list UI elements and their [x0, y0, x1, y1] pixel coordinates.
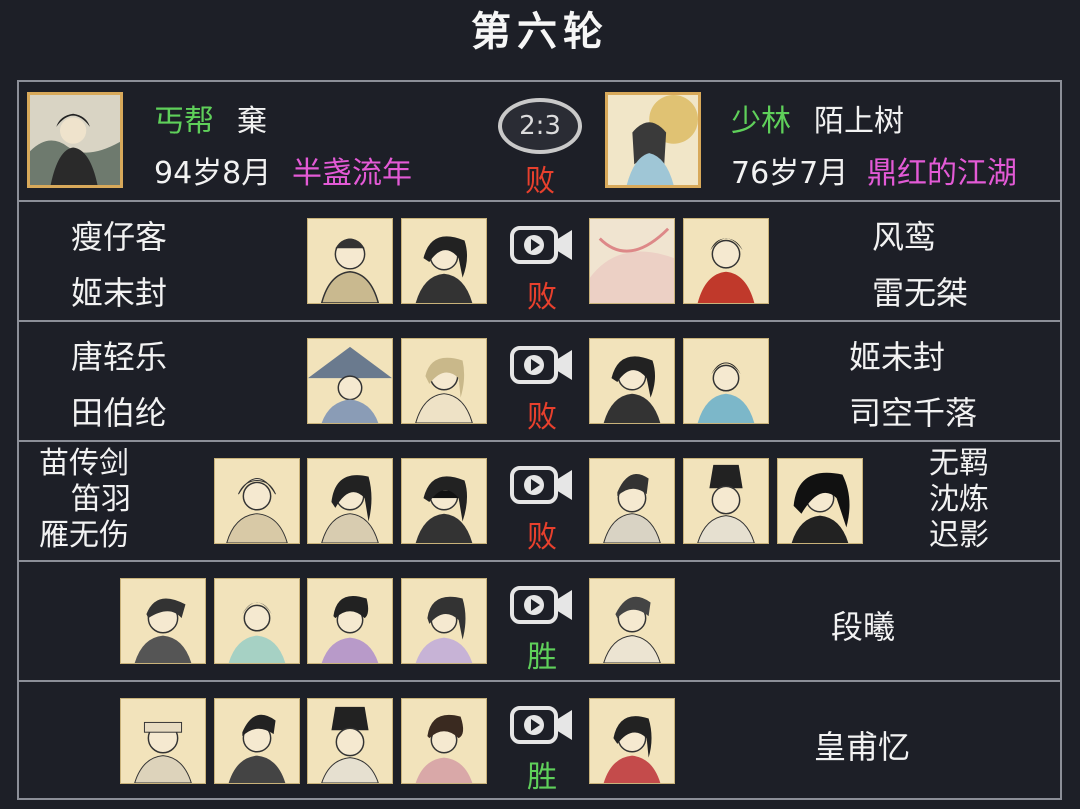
left-fighter-name: 田伯纶 [71, 394, 168, 432]
left-fighter-portrait[interactable] [307, 338, 393, 424]
right-player-avatar[interactable] [605, 92, 701, 188]
match-row-3: 苗传剑 笛羽 雁无伤 败 无羁 沈炼 迟影 [19, 442, 1060, 562]
left-age: 94岁8月 [154, 156, 272, 191]
match-row-4: 胜 段曦 [19, 562, 1060, 682]
video-camera-play-icon[interactable] [510, 344, 574, 386]
right-age: 76岁7月 [731, 156, 849, 191]
left-fighter-portrait[interactable] [401, 218, 487, 304]
right-title: 鼎红的江湖 [867, 156, 1017, 191]
right-fighter-portrait[interactable] [683, 458, 769, 544]
right-fighter-portrait[interactable] [589, 698, 675, 784]
left-fighter-portrait[interactable] [307, 218, 393, 304]
left-fighter-portrait[interactable] [214, 458, 300, 544]
right-fighter-name: 雷无桀 [872, 274, 969, 312]
header-row: 丐帮 棄 94岁8月 半盏流年 2:3 败 少林 陌上树 76岁7月 鼎红的江湖 [19, 82, 1060, 202]
match-row-1: 瘦仔客 姬末封 败 风鸾 雷无桀 [19, 202, 1060, 322]
right-fighter-name: 段曦 [831, 608, 896, 646]
right-fighter-name: 姬未封 [849, 338, 946, 376]
video-camera-play-icon[interactable] [510, 584, 574, 626]
left-fighter-name: 姬末封 [71, 274, 168, 312]
right-fighter-name: 皇甫忆 [814, 728, 911, 766]
score-text: 2:3 [519, 111, 561, 141]
left-fighter-portrait[interactable] [401, 458, 487, 544]
left-player-name: 棄 [237, 104, 267, 139]
match-row-5: 胜 皇甫忆 [19, 682, 1060, 798]
battle-panel: 丐帮 棄 94岁8月 半盏流年 2:3 败 少林 陌上树 76岁7月 鼎红的江湖… [17, 80, 1062, 800]
video-camera-play-icon[interactable] [510, 224, 574, 266]
right-fighter-name: 迟影 [929, 518, 989, 553]
round-title: 第六轮 [471, 9, 609, 55]
left-fighter-portrait[interactable] [307, 578, 393, 664]
left-fighter-portrait[interactable] [401, 338, 487, 424]
left-fighter-portrait[interactable] [401, 578, 487, 664]
match-row-2: 唐轻乐 田伯纶 败 姬未封 司空千落 [19, 322, 1060, 442]
right-fighter-portrait[interactable] [777, 458, 863, 544]
left-fighter-portrait[interactable] [120, 698, 206, 784]
overall-result: 败 [525, 164, 555, 199]
match-result: 败 [527, 280, 557, 315]
match-result: 败 [527, 520, 557, 555]
left-fighter-portrait[interactable] [401, 698, 487, 784]
match-result: 胜 [527, 640, 557, 675]
left-fighter-name: 笛羽 [71, 482, 131, 517]
video-camera-play-icon[interactable] [510, 704, 574, 746]
match-result: 胜 [527, 760, 557, 795]
right-fighter-portrait[interactable] [589, 578, 675, 664]
right-fighter-name: 司空千落 [849, 394, 978, 432]
right-fighter-name: 无羁 [929, 446, 989, 481]
left-fighter-portrait[interactable] [307, 698, 393, 784]
left-fighter-name: 唐轻乐 [71, 338, 168, 376]
left-fighter-name: 雁无伤 [39, 518, 129, 553]
left-fighter-name: 苗传剑 [39, 446, 129, 481]
right-fighter-portrait[interactable] [589, 218, 675, 304]
right-fighter-portrait[interactable] [683, 218, 769, 304]
left-fighter-portrait[interactable] [214, 698, 300, 784]
right-fighter-portrait[interactable] [589, 338, 675, 424]
right-fighter-portrait[interactable] [683, 338, 769, 424]
right-sect: 少林 [731, 104, 791, 139]
score-badge: 2:3 [498, 98, 582, 154]
right-fighter-portrait[interactable] [589, 458, 675, 544]
left-fighter-portrait[interactable] [120, 578, 206, 664]
video-camera-play-icon[interactable] [510, 464, 574, 506]
left-sect: 丐帮 [154, 104, 214, 139]
left-fighter-name: 瘦仔客 [71, 218, 168, 256]
right-player-name: 陌上树 [814, 104, 904, 139]
right-fighter-name: 沈炼 [929, 482, 989, 517]
match-result: 败 [527, 400, 557, 435]
right-fighter-name: 风鸾 [872, 218, 937, 256]
left-fighter-portrait[interactable] [214, 578, 300, 664]
left-title: 半盏流年 [292, 156, 412, 191]
left-player-avatar[interactable] [27, 92, 123, 188]
left-fighter-portrait[interactable] [307, 458, 393, 544]
